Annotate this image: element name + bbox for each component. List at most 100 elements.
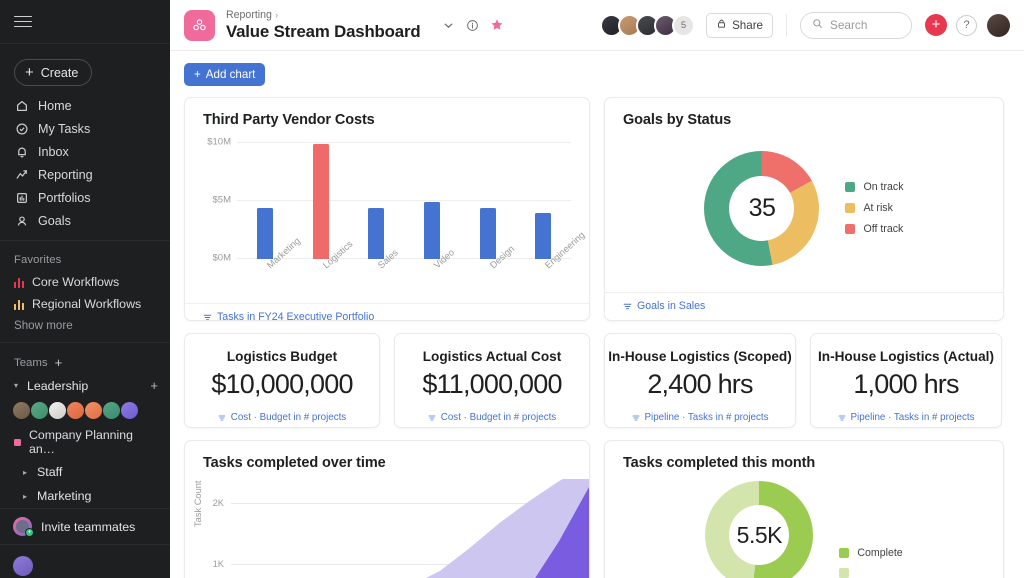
donut-ring[interactable]: 5.5K <box>705 481 814 578</box>
bar-engineering[interactable] <box>535 213 552 259</box>
avatar[interactable] <box>12 401 31 420</box>
metric-value: 1,000 hrs <box>853 369 959 399</box>
sidebar-item-home[interactable]: Home <box>0 94 170 117</box>
sidebar-top <box>0 0 170 44</box>
bar-chart-plot: $10M $5M $0M <box>207 134 571 264</box>
legend-swatch <box>839 548 850 558</box>
share-button-label: Share <box>732 18 763 32</box>
card-tasks-completed-this-month[interactable]: Tasks completed this month 5.5K Complete <box>604 440 1004 578</box>
sidebar-item-label: Inbox <box>38 144 69 159</box>
search-input[interactable] <box>830 18 900 32</box>
widget-row-1: Third Party Vendor Costs $10M $5M $0M Ma… <box>184 97 1010 321</box>
legend-item-on-track[interactable]: On track <box>845 181 904 193</box>
card-source-link[interactable]: Cost · Budget in # projects <box>428 412 556 427</box>
team-label: Marketing <box>37 489 92 503</box>
card-source-link[interactable]: Tasks in FY24 Executive Portfolio <box>185 303 589 321</box>
sidebar-item-inbox[interactable]: Inbox <box>0 140 170 163</box>
metric-title: In-House Logistics (Actual) <box>818 349 994 364</box>
card-source-label: Tasks in FY24 Executive Portfolio <box>217 311 375 321</box>
chevron-down-icon[interactable]: ▾ <box>11 381 21 390</box>
legend-item-off-track[interactable]: Off track <box>845 223 903 235</box>
chevron-down-icon[interactable] <box>442 19 455 32</box>
bar-design[interactable] <box>479 208 496 259</box>
legend-item-secondary[interactable] <box>839 568 902 578</box>
card-in-house-logistics-scoped[interactable]: In-House Logistics (Scoped) 2,400 hrs Pi… <box>604 333 796 428</box>
team-label: Leadership <box>27 378 89 393</box>
avatar[interactable] <box>48 401 67 420</box>
team-leadership[interactable]: ▾ Leadership + <box>0 374 170 397</box>
favorite-core-workflows[interactable]: Core Workflows <box>0 271 170 293</box>
donut-legend: On track At risk Off track <box>845 181 904 235</box>
card-source-link[interactable]: Goals in Sales <box>605 292 1003 320</box>
avatar[interactable] <box>120 401 139 420</box>
help-button[interactable]: ? <box>956 14 977 36</box>
breadcrumb-parent[interactable]: Reporting <box>226 9 272 21</box>
legend-item-at-risk[interactable]: At risk <box>845 202 903 214</box>
add-chart-button[interactable]: + Add chart <box>184 63 266 86</box>
line-chart-icon <box>14 167 29 182</box>
create-button[interactable]: + Create <box>14 59 93 86</box>
search-box[interactable] <box>800 11 912 39</box>
user-avatar[interactable] <box>987 13 1010 37</box>
team-marketing[interactable]: ▸ Marketing <box>0 484 170 508</box>
card-source-link[interactable]: Pipeline · Tasks in # projects <box>838 412 974 427</box>
hamburger-icon[interactable] <box>14 12 32 31</box>
sidebar-item-label: Reporting <box>38 167 93 182</box>
avatar[interactable] <box>84 401 103 420</box>
card-source-label: Cost · Budget in # projects <box>230 412 347 423</box>
metric-title: Logistics Actual Cost <box>422 349 562 364</box>
card-source-link[interactable]: Cost · Budget in # projects <box>218 412 347 427</box>
add-to-team-icon[interactable]: + <box>150 378 158 393</box>
card-title: Tasks completed over time <box>203 455 386 471</box>
plus-icon: + <box>25 64 34 81</box>
sidebar-item-portfolios[interactable]: Portfolios <box>0 186 170 209</box>
card-logistics-budget[interactable]: Logistics Budget $10,000,000 Cost · Budg… <box>184 333 380 428</box>
metric-title: Logistics Budget <box>226 349 338 364</box>
avatar[interactable] <box>13 556 33 576</box>
bar-video[interactable] <box>423 202 440 259</box>
bar-sales[interactable] <box>368 208 385 259</box>
filter-icon <box>838 414 846 422</box>
team-staff[interactable]: ▸ Staff <box>0 460 170 484</box>
widget-row-2: Logistics Budget $10,000,000 Cost · Budg… <box>184 333 1010 428</box>
member-overflow-count[interactable]: 5 <box>672 13 696 37</box>
chevron-right-icon[interactable]: ▸ <box>20 468 30 477</box>
sidebar-item-my-tasks[interactable]: My Tasks <box>0 117 170 140</box>
legend-item-complete[interactable]: Complete <box>839 547 903 559</box>
favorite-regional-workflows[interactable]: Regional Workflows <box>0 293 170 315</box>
bar-marketing[interactable] <box>256 208 273 259</box>
donut-ring[interactable]: 35 <box>704 150 820 266</box>
card-third-party-vendor-costs[interactable]: Third Party Vendor Costs $10M $5M $0M Ma… <box>184 97 590 321</box>
card-goals-by-status[interactable]: Goals by Status 35 On track At risk Off … <box>604 97 1004 321</box>
card-title: Goals by Status <box>623 112 732 128</box>
bar-chart-icon <box>14 277 24 288</box>
legend-label: Off track <box>863 223 904 235</box>
project-company-planning[interactable]: Company Planning an… <box>0 424 170 460</box>
sidebar-item-goals[interactable]: Goals <box>0 209 170 232</box>
avatar[interactable] <box>66 401 85 420</box>
area-series-svg <box>425 479 589 578</box>
chevron-right-icon[interactable]: ▸ <box>20 492 30 501</box>
card-logistics-actual-cost[interactable]: Logistics Actual Cost $11,000,000 Cost ·… <box>394 333 590 428</box>
invite-teammates-button[interactable]: + Invite teammates <box>0 508 170 544</box>
card-in-house-logistics-actual[interactable]: In-House Logistics (Actual) 1,000 hrs Pi… <box>810 333 1002 428</box>
quick-add-button[interactable]: + <box>925 14 947 36</box>
sidebar-item-reporting[interactable]: Reporting <box>0 163 170 186</box>
favorite-label: Regional Workflows <box>31 297 142 311</box>
star-icon[interactable] <box>490 18 504 32</box>
avatar[interactable] <box>102 401 121 420</box>
avatar[interactable] <box>30 401 49 420</box>
add-team-icon[interactable]: + <box>55 355 63 370</box>
card-source-link[interactable]: Pipeline · Tasks in # projects <box>632 412 768 427</box>
card-tasks-completed-over-time[interactable]: Tasks completed over time Task Count 2K … <box>184 440 590 578</box>
show-more-button[interactable]: Show more <box>0 315 170 334</box>
share-button[interactable]: Share <box>706 12 773 38</box>
filter-icon <box>218 414 226 422</box>
member-avatar-stack[interactable]: 5 <box>600 13 696 37</box>
bar-logistics[interactable] <box>312 144 329 259</box>
info-icon[interactable] <box>466 19 479 32</box>
team-member-avatars[interactable] <box>0 397 170 424</box>
sidebar-primary-nav: + Create Home My Tasks Inbox Reporting P… <box>0 44 170 240</box>
y-axis-title: Task Count <box>193 480 203 527</box>
card-source-label: Goals in Sales <box>637 300 706 312</box>
